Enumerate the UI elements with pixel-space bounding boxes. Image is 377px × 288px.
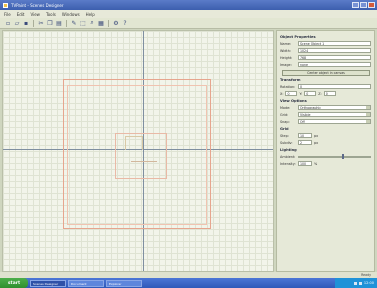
height-row: Height: 768	[280, 54, 371, 61]
window-title: TVPaint - Scenes Designer	[11, 2, 64, 8]
toolbar-divider	[33, 19, 34, 27]
menu-file[interactable]: File	[4, 12, 11, 17]
menu-help[interactable]: Help	[86, 12, 95, 17]
zoom-icon[interactable]: ⌕	[88, 19, 96, 27]
ambient-slider[interactable]	[298, 154, 371, 159]
settings-icon[interactable]: ⚙	[112, 19, 120, 27]
pos-x-label: X:	[280, 91, 284, 96]
width-label: Width:	[280, 48, 291, 53]
image-row: Image: none	[280, 61, 371, 68]
center-object-button[interactable]: Center object in canvas	[282, 70, 370, 76]
maximize-button[interactable]	[360, 2, 367, 8]
image-field[interactable]: none	[298, 62, 371, 67]
step-unit: px	[314, 133, 319, 138]
toolbar: ▫ ▱ ▪ ✂ ❐ ▤ ✎ ⬚ ⌕ ▦ ⚙ ?	[0, 18, 377, 29]
properties-panel: Object Properties Name: Scene Object 1 W…	[276, 30, 375, 272]
ambient-label: Ambient:	[280, 154, 296, 159]
grid-label: Grid:	[280, 112, 289, 117]
pos-x-field[interactable]: 0	[285, 91, 298, 96]
height-label: Height:	[280, 55, 293, 60]
drawing-canvas[interactable]	[2, 30, 274, 272]
menu-bar: File Edit View Tools Windows Help	[0, 10, 377, 18]
network-icon[interactable]	[353, 281, 357, 285]
copy-icon[interactable]: ❐	[46, 19, 54, 27]
name-label: Name:	[280, 41, 292, 46]
taskbar-item-document[interactable]: Document	[68, 279, 104, 287]
pencil-icon[interactable]: ✎	[70, 19, 78, 27]
taskbar-item-designer[interactable]: Scenes Designer	[30, 279, 66, 287]
width-field[interactable]: 1024	[298, 48, 371, 53]
subdiv-label: Subdiv:	[280, 140, 293, 145]
paste-icon[interactable]: ▤	[55, 19, 63, 27]
clock: 12:00	[363, 281, 374, 285]
new-icon[interactable]: ▫	[4, 19, 12, 27]
pos-z-label: Z:	[318, 91, 322, 96]
menu-tools[interactable]: Tools	[46, 12, 56, 17]
lighting-title: Lighting	[280, 148, 297, 152]
taskbar: start Scenes Designer Document Explorer …	[0, 278, 377, 288]
step-field[interactable]: 10	[298, 133, 312, 138]
pos-z-field[interactable]: 0	[323, 91, 336, 96]
volume-icon[interactable]	[358, 281, 362, 285]
rotation-label: Rotation:	[280, 84, 296, 89]
subdiv-row: Subdiv: 2 px	[280, 139, 371, 146]
name-field[interactable]: Scene Object 1	[298, 41, 371, 46]
snap-label: Snap:	[280, 119, 290, 124]
grid-select[interactable]: Visible	[298, 112, 371, 117]
window-controls	[352, 2, 377, 8]
menu-edit[interactable]: Edit	[17, 12, 25, 17]
subdiv-unit: px	[314, 140, 319, 145]
taskbar-item-explorer[interactable]: Explorer	[106, 279, 142, 287]
pos-y-field[interactable]: 0	[304, 91, 317, 96]
scene-shape[interactable]	[125, 136, 143, 150]
grid-size-title: Grid	[280, 127, 289, 131]
image-label: Image:	[280, 62, 292, 67]
mode-row: Mode: Orthographic	[280, 104, 371, 111]
view-options-title: View Options	[280, 99, 307, 103]
name-row: Name: Scene Object 1	[280, 40, 371, 47]
select-icon[interactable]: ⬚	[79, 19, 87, 27]
menu-windows[interactable]: Windows	[62, 12, 80, 17]
intensity-unit: %	[314, 161, 318, 166]
title-bar: TVPaint - Scenes Designer	[0, 0, 377, 10]
step-label: Step:	[280, 133, 289, 138]
toolbar-divider	[108, 19, 109, 27]
mode-label: Mode:	[280, 105, 291, 110]
ambient-row: Ambient:	[280, 153, 371, 160]
close-button[interactable]	[368, 2, 375, 8]
width-row: Width: 1024	[280, 47, 371, 54]
open-icon[interactable]: ▱	[13, 19, 21, 27]
intensity-field[interactable]: 100	[298, 161, 312, 166]
object-properties-title: Object Properties	[280, 35, 316, 39]
snap-select[interactable]: Off	[298, 119, 371, 124]
start-button[interactable]: start	[0, 278, 28, 288]
intensity-row: Intensity: 100 %	[280, 160, 371, 167]
cut-icon[interactable]: ✂	[37, 19, 45, 27]
scene-line[interactable]	[131, 161, 157, 162]
step-row: Step: 10 px	[280, 132, 371, 139]
minimize-button[interactable]	[352, 2, 359, 8]
ambient-slider-handle[interactable]	[341, 154, 344, 159]
rotation-row: Rotation: 0	[280, 83, 371, 90]
grid-icon[interactable]: ▦	[97, 19, 105, 27]
intensity-label: Intensity:	[280, 161, 296, 166]
app-icon	[3, 2, 8, 8]
system-tray: 12:00	[335, 278, 377, 288]
snap-row: Snap: Off	[280, 118, 371, 125]
position-row: X: 0 Y: 0 Z: 0	[280, 90, 371, 97]
help-icon[interactable]: ?	[121, 19, 129, 27]
menu-view[interactable]: View	[30, 12, 40, 17]
rotation-field[interactable]: 0	[298, 84, 371, 89]
subdiv-field[interactable]: 2	[298, 140, 312, 145]
mode-select[interactable]: Orthographic	[298, 105, 371, 110]
grid-row: Grid: Visible	[280, 111, 371, 118]
transform-title: Transform	[280, 78, 301, 82]
toolbar-divider	[66, 19, 67, 27]
height-field[interactable]: 768	[298, 55, 371, 60]
pos-y-label: Y:	[299, 91, 303, 96]
save-icon[interactable]: ▪	[22, 19, 30, 27]
